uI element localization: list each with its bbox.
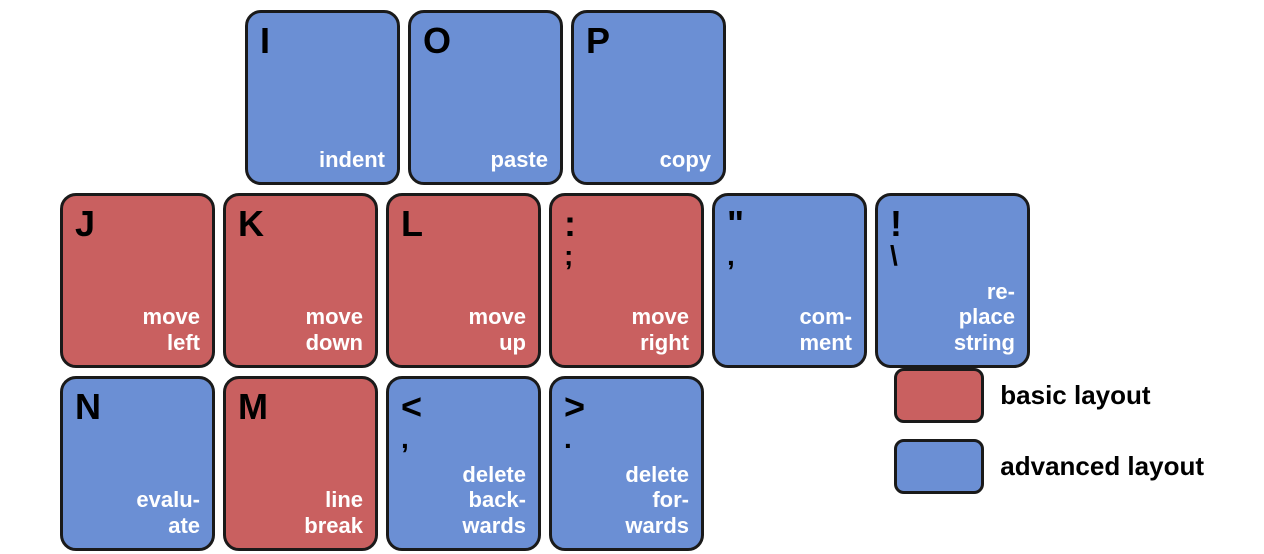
key-row-3: N evalu- ate M line break < , delete bac…	[60, 376, 1030, 551]
legend-box-advanced	[894, 439, 984, 494]
key-N[interactable]: N evalu- ate	[60, 376, 215, 551]
key-O[interactable]: O paste	[408, 10, 563, 185]
key-exclaim[interactable]: ! \ re- place string	[875, 193, 1030, 368]
legend: basic layout advanced layout	[894, 368, 1204, 494]
key-label-paste: paste	[491, 147, 548, 172]
key-label-indent: indent	[319, 147, 385, 172]
key-letter-lt-comma: < ,	[401, 389, 526, 453]
key-P[interactable]: P copy	[571, 10, 726, 185]
key-letter-K: K	[238, 206, 264, 242]
key-less-than[interactable]: < , delete back- wards	[386, 376, 541, 551]
key-letter-N: N	[75, 389, 101, 425]
key-label-replace-string: re- place string	[954, 279, 1015, 355]
key-letter-J: J	[75, 206, 95, 242]
key-label-evaluate: evalu- ate	[136, 487, 200, 538]
key-label-line-break: line break	[304, 487, 363, 538]
key-I[interactable]: I indent	[245, 10, 400, 185]
key-letter-quote-comma: " ,	[727, 206, 852, 270]
key-label-comment: com- ment	[799, 304, 852, 355]
key-row-1: I indent O paste P copy	[245, 10, 1030, 185]
key-label-delete-forwards: delete for- wards	[625, 462, 689, 538]
legend-box-basic	[894, 368, 984, 423]
key-M[interactable]: M line break	[223, 376, 378, 551]
legend-label-advanced: advanced layout	[1000, 451, 1204, 482]
key-greater-than[interactable]: > . delete for- wards	[549, 376, 704, 551]
key-row-2: J move left K move down L move up : ; mo…	[60, 193, 1030, 368]
key-letter-P: P	[586, 23, 610, 59]
legend-item-basic: basic layout	[894, 368, 1204, 423]
key-J[interactable]: J move left	[60, 193, 215, 368]
key-label-delete-backwards: delete back- wards	[462, 462, 526, 538]
key-letter-O: O	[423, 23, 451, 59]
key-letter-exclaim-backslash: ! \	[890, 206, 1015, 270]
key-letter-gt-period: > .	[564, 389, 689, 453]
keyboard-layout: I indent O paste P copy J move left K mo…	[60, 10, 1030, 551]
key-letter-colon-semi: : ;	[564, 206, 689, 270]
key-label-move-right: move right	[632, 304, 689, 355]
key-quote[interactable]: " , com- ment	[712, 193, 867, 368]
key-K[interactable]: K move down	[223, 193, 378, 368]
key-label-move-up: move up	[469, 304, 526, 355]
key-label-move-left: move left	[143, 304, 200, 355]
legend-label-basic: basic layout	[1000, 380, 1150, 411]
key-label-copy: copy	[660, 147, 711, 172]
key-label-move-down: move down	[306, 304, 363, 355]
key-L[interactable]: L move up	[386, 193, 541, 368]
key-letter-I: I	[260, 23, 270, 59]
legend-item-advanced: advanced layout	[894, 439, 1204, 494]
key-letter-L: L	[401, 206, 423, 242]
key-semicolon[interactable]: : ; move right	[549, 193, 704, 368]
key-letter-M: M	[238, 389, 268, 425]
